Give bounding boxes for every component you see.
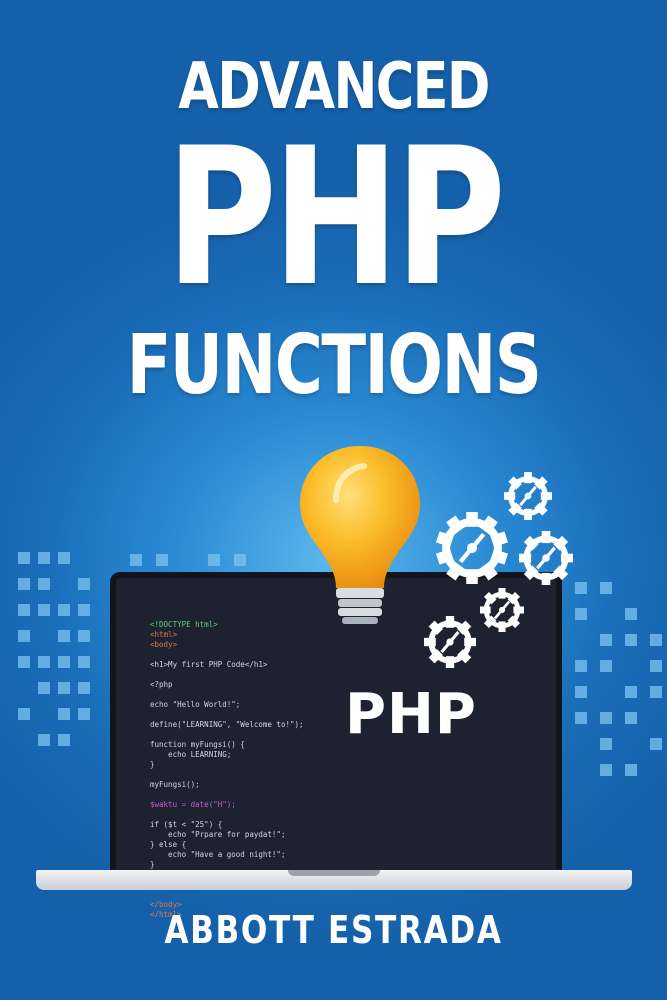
title-php: PHP <box>165 107 506 328</box>
code-line: echo LEARNING; <box>150 750 232 759</box>
title-functions: FUNCTIONS <box>126 318 542 413</box>
gear-bottom-icon <box>424 616 476 668</box>
gears-icon <box>424 472 573 668</box>
gear-mid-icon <box>480 588 524 632</box>
lightbulb-icon <box>300 446 420 624</box>
laptop-notch <box>288 870 380 876</box>
code-line: } else { <box>150 840 187 849</box>
screen-php-label: PHP <box>345 682 477 747</box>
code-line: $waktu = date("H"); <box>150 800 236 809</box>
code-line: <body> <box>150 640 178 649</box>
code-line: } <box>150 760 155 769</box>
gear-small-top-icon <box>504 472 552 520</box>
book-cover: ADVANCED PHP FUNCTIONS <!DOCTYPE html> <h… <box>0 0 667 1000</box>
code-line: } <box>150 860 155 869</box>
author-name: ABBOTT ESTRADA <box>164 908 503 952</box>
code-line: echo "Prpare for paydat!"; <box>150 830 286 839</box>
code-line: echo "Have a good night!"; <box>150 850 286 859</box>
code-line: myFungsi(); <box>150 780 200 789</box>
code-line: if ($t < "25") { <box>150 820 223 829</box>
gear-right-icon <box>519 531 573 585</box>
code-line: <h1>My first PHP Code</h1> <box>150 660 268 669</box>
gear-large-icon <box>435 512 509 584</box>
